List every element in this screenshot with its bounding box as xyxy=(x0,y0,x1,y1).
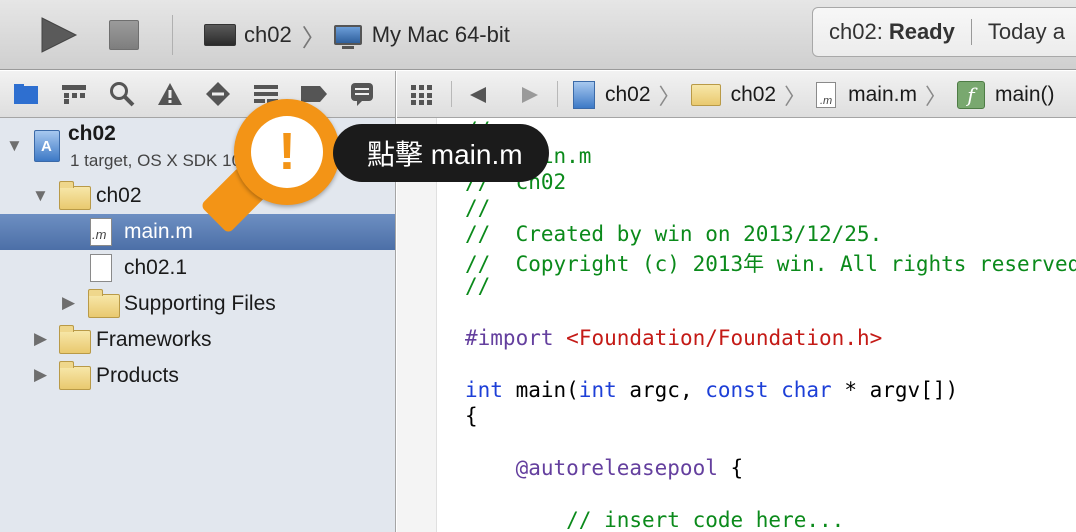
project-subtitle: 1 target, OS X SDK 10.9 xyxy=(70,151,256,170)
chevron-right-icon: 〉 xyxy=(301,24,326,52)
code-text: argc, xyxy=(616,378,706,402)
code-line: // xyxy=(465,196,491,220)
breadcrumb-symbol[interactable]: main() xyxy=(995,83,1055,107)
folder-icon xyxy=(690,83,721,106)
objc-file-icon: .m xyxy=(816,81,837,108)
mac-icon xyxy=(333,25,362,49)
activity-viewer: ch02: Ready Today a xyxy=(812,7,1076,57)
breadcrumb-file[interactable]: main.m xyxy=(848,83,917,107)
document-icon xyxy=(90,254,112,282)
project-navigator-icon[interactable] xyxy=(12,81,40,107)
folder-icon xyxy=(59,325,91,354)
tree-item-label: ch02.1 xyxy=(124,256,188,279)
test-navigator-icon[interactable] xyxy=(204,81,232,107)
related-items-icon[interactable] xyxy=(411,71,433,118)
folder-icon xyxy=(88,289,120,318)
code-keyword: int xyxy=(465,378,503,402)
source-editor[interactable]: // // main.m // ch02 // // Created by wi… xyxy=(438,118,1076,532)
activity-time: Today a xyxy=(987,19,1065,44)
project-name: ch02 xyxy=(68,122,116,145)
preprocessor-keyword: #import xyxy=(465,326,554,350)
tree-item-supporting-files[interactable]: ▶ Supporting Files xyxy=(0,286,395,322)
breadcrumb: ch02 〉 ch02 〉 .m main.m 〉 f main() xyxy=(573,71,1055,118)
code-text: main( xyxy=(502,378,579,402)
tree-item-main-m[interactable]: .m main.m xyxy=(0,214,395,250)
tutorial-callout: ! xyxy=(234,99,340,205)
project-navigator: ▼ ch02 1 target, OS X SDK 10.9 ▼ ch02 .m… xyxy=(0,118,396,532)
run-button[interactable] xyxy=(40,16,78,54)
tree-item-label: Frameworks xyxy=(96,328,212,351)
breadcrumb-group[interactable]: ch02 xyxy=(731,83,777,107)
chevron-right-icon: 〉 xyxy=(784,83,807,109)
code-line: // Copyright (c) 2013年 win. All rights r… xyxy=(465,252,1076,276)
exclamation-icon: ! xyxy=(251,116,323,188)
disclosure-open-icon[interactable]: ▼ xyxy=(32,186,49,206)
symbol-navigator-icon[interactable] xyxy=(60,81,88,107)
disclosure-closed-icon[interactable]: ▶ xyxy=(34,365,47,385)
code-line: { xyxy=(465,404,478,428)
xcode-project-icon xyxy=(573,80,595,109)
tree-item-frameworks[interactable]: ▶ Frameworks xyxy=(0,322,395,358)
chevron-right-icon: 〉 xyxy=(924,83,947,109)
code-line: int main(int argc, const char * argv[]) xyxy=(465,378,958,402)
navigator-selector-bar xyxy=(0,71,396,118)
function-icon: f xyxy=(957,80,985,109)
breadcrumb-project[interactable]: ch02 xyxy=(605,83,651,107)
code-text: { xyxy=(717,456,744,480)
code-line: @autoreleasepool { xyxy=(465,456,744,480)
destination-name: My Mac 64-bit xyxy=(371,22,510,47)
tree-item-label: Supporting Files xyxy=(124,292,276,315)
tree-item-products[interactable]: ▶ Products xyxy=(0,358,395,394)
folder-icon xyxy=(59,181,91,210)
code-line: // Created by win on 2013/12/25. xyxy=(465,222,883,246)
play-icon xyxy=(41,17,78,53)
editor-jump-bar: ch02 〉 ch02 〉 .m main.m 〉 f main() xyxy=(397,71,1076,118)
tree-item-ch02-group[interactable]: ▼ ch02 xyxy=(0,178,395,214)
activity-divider xyxy=(970,19,972,45)
code-line: // xyxy=(465,274,491,298)
jump-bar-separator xyxy=(557,81,558,107)
stop-button[interactable] xyxy=(109,20,139,50)
tree-item-label: Products xyxy=(96,364,179,387)
tree-item-label: ch02 xyxy=(96,184,142,207)
forward-arrow-icon[interactable] xyxy=(521,71,539,118)
import-path: <Foundation/Foundation.h> xyxy=(566,326,883,350)
target-icon xyxy=(204,24,236,46)
activity-project: ch02: xyxy=(829,19,883,44)
search-icon[interactable] xyxy=(108,81,136,107)
log-navigator-icon[interactable] xyxy=(348,81,376,107)
window-toolbar: ch02 〉 My Mac 64-bit ch02: Ready Today a xyxy=(0,0,1076,70)
code-text: * argv[]) xyxy=(831,378,959,402)
disclosure-open-icon[interactable]: ▼ xyxy=(6,136,23,156)
code-keyword: char xyxy=(781,378,832,402)
objc-file-icon: .m xyxy=(90,218,112,246)
activity-status: Ready xyxy=(888,19,955,44)
scheme-name: ch02 xyxy=(244,22,292,47)
chevron-right-icon: 〉 xyxy=(658,83,681,109)
tutorial-tip: 點擊 main.m xyxy=(333,124,549,182)
disclosure-closed-icon[interactable]: ▶ xyxy=(34,329,47,349)
scheme-selector[interactable]: ch02 〉 My Mac 64-bit xyxy=(204,18,510,52)
folder-icon xyxy=(59,361,91,390)
warning-icon[interactable] xyxy=(156,81,184,107)
code-keyword: @autoreleasepool xyxy=(465,456,718,480)
code-line: // insert code here... xyxy=(465,508,845,532)
disclosure-closed-icon[interactable]: ▶ xyxy=(62,293,75,313)
code-keyword: const xyxy=(705,378,769,402)
code-line: #import <Foundation/Foundation.h> xyxy=(465,326,882,350)
tree-item-ch02-1[interactable]: ch02.1 xyxy=(0,250,395,286)
code-keyword: int xyxy=(578,378,617,402)
jump-bar-separator xyxy=(451,81,452,107)
xcode-project-icon xyxy=(34,130,60,162)
back-arrow-icon[interactable] xyxy=(469,71,487,118)
toolbar-separator xyxy=(172,15,173,55)
tree-item-label: main.m xyxy=(124,220,193,243)
